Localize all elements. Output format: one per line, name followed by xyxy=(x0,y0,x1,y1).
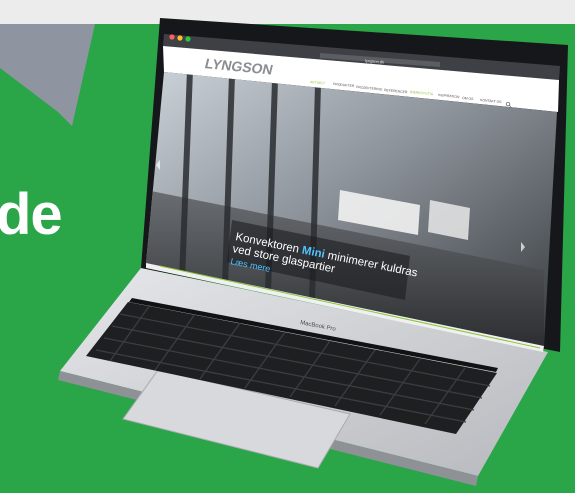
laptop: MacBook Pro lyngson.dk LYNGSON AKTUELT P… xyxy=(58,18,568,486)
scene: de MacBook Pro lyngson.dk LYNGSON AKTUEL… xyxy=(0,0,575,493)
